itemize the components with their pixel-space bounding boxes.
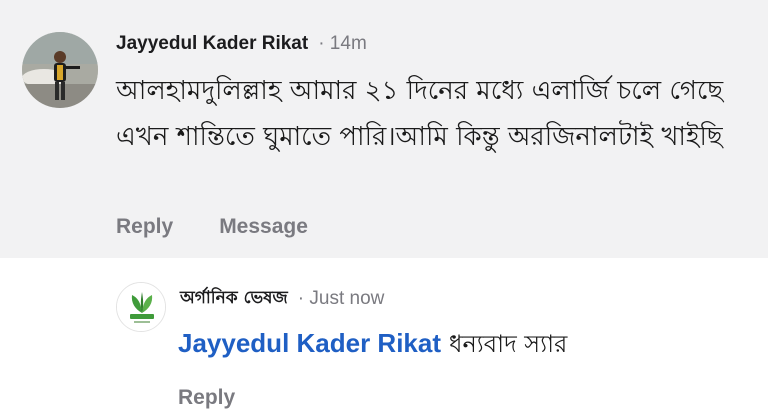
- comment-text: আলহামদুলিল্লাহ আমার ২১ দিনের মধ্যে এলার্…: [116, 76, 724, 152]
- reply-actions: Reply: [178, 386, 235, 410]
- page-avatar[interactable]: [116, 282, 166, 332]
- comment-actions: Reply Message: [116, 215, 308, 239]
- comment-card: Jayyedul Kader Rikat · 14m আলহামদুলিল্লা…: [0, 0, 768, 258]
- reply-header: অর্গানিক ভেষজ · Just now: [180, 286, 384, 312]
- mention-link[interactable]: Jayyedul Kader Rikat: [178, 328, 441, 359]
- reply-text: ধন্যবাদ স্যার: [449, 330, 568, 358]
- comment-author-name[interactable]: Jayyedul Kader Rikat: [116, 33, 308, 55]
- message-button[interactable]: Message: [219, 215, 308, 239]
- reply-content: Jayyedul Kader Rikat ধন্যবাদ স্যার: [178, 326, 567, 366]
- comment-header: Jayyedul Kader Rikat · 14m: [116, 30, 367, 58]
- comment-timestamp: · 14m: [318, 33, 367, 54]
- user-avatar[interactable]: [22, 32, 98, 108]
- reply-button[interactable]: Reply: [116, 215, 173, 239]
- reply-author-name[interactable]: অর্গানিক ভেষজ: [180, 285, 288, 313]
- reply-timestamp: · Just now: [297, 288, 385, 309]
- reply-button[interactable]: Reply: [178, 386, 235, 409]
